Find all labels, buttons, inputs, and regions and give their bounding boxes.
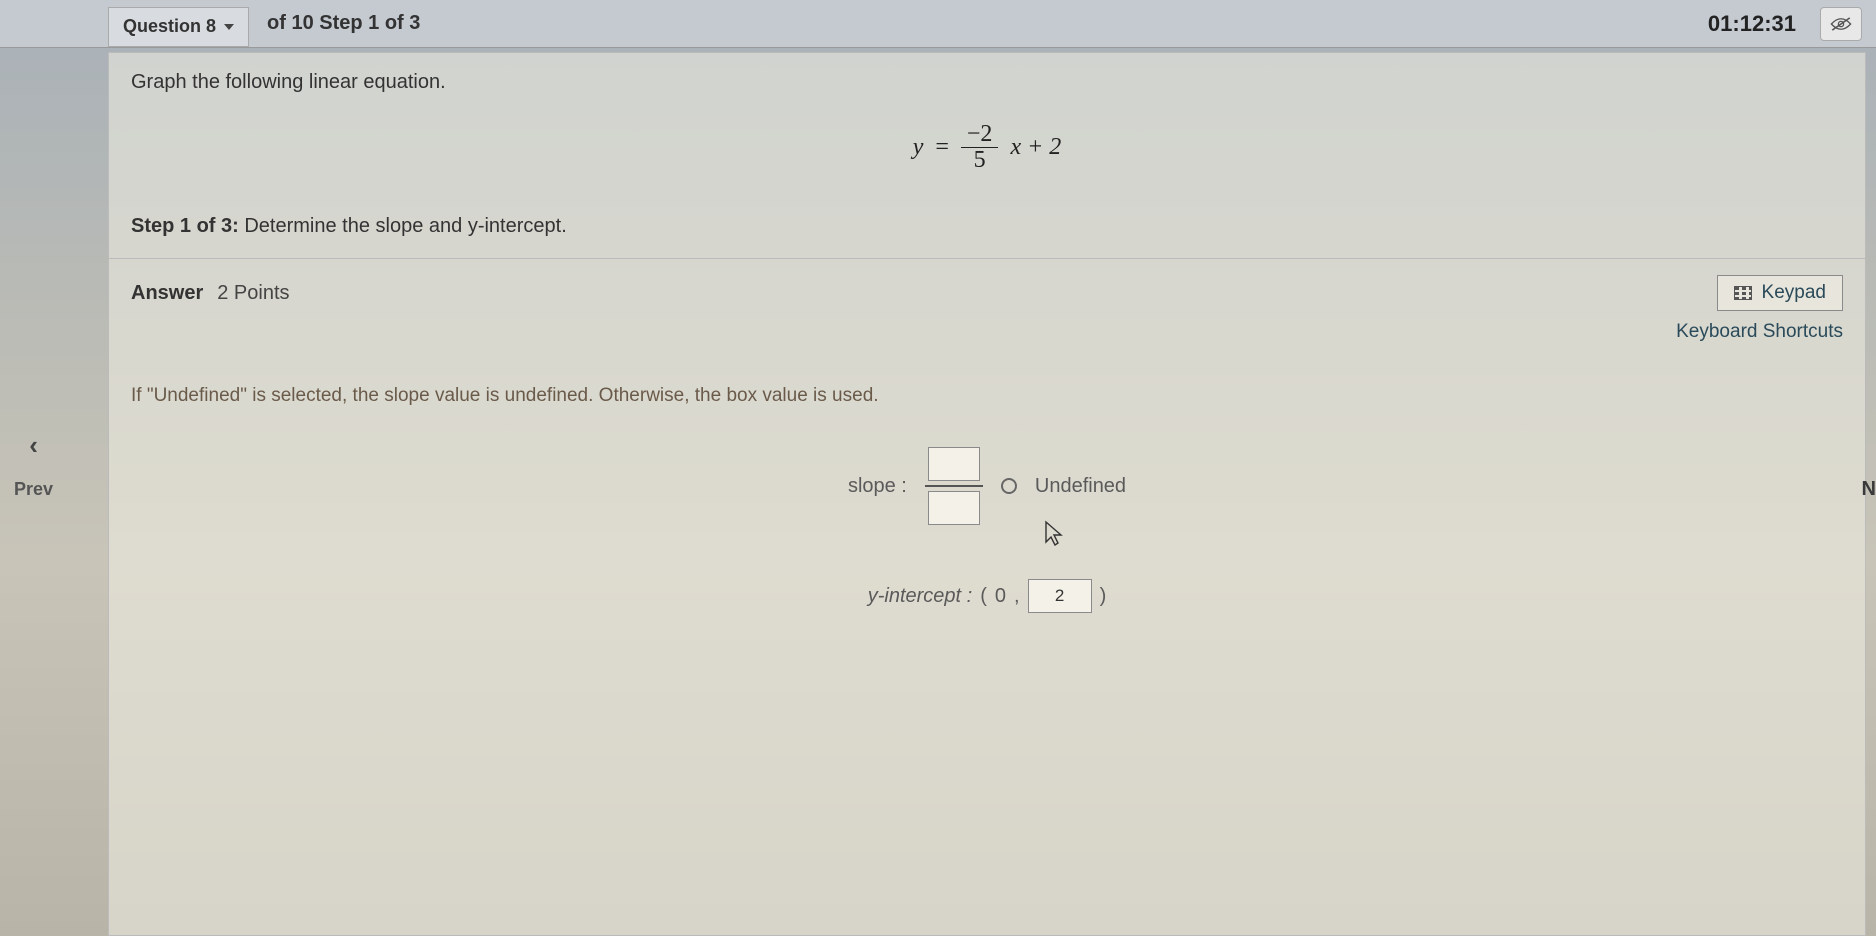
answer-header: Answer 2 Points Keypad — [109, 259, 1865, 317]
y-intercept-row: y-intercept : ( 0 , ) — [109, 535, 1865, 623]
slope-label: slope : — [848, 475, 907, 498]
prev-label: Prev — [14, 479, 53, 499]
undefined-label: Undefined — [1035, 475, 1126, 498]
equation-suffix: x + 2 — [1010, 134, 1061, 161]
paren-open: ( — [980, 585, 987, 608]
equation-numerator: −2 — [961, 122, 999, 148]
cursor-icon — [1044, 520, 1064, 546]
equation-lhs: y — [913, 134, 924, 161]
chevron-left-icon: ‹ — [14, 430, 53, 461]
paren-close: ) — [1100, 585, 1107, 608]
answer-label: Answer — [131, 282, 203, 305]
step-label: Step 1 of 3: — [131, 215, 239, 237]
slope-denominator-input[interactable] — [928, 491, 980, 525]
y-intercept-x: 0 — [995, 585, 1006, 608]
question-prompt: Graph the following linear equation. — [109, 53, 1865, 104]
equation-fraction: −2 5 — [961, 122, 999, 173]
timer: 01:12:31 — [1708, 11, 1796, 37]
keyboard-shortcuts-link[interactable]: Keyboard Shortcuts — [109, 317, 1865, 343]
equation-equals: = — [935, 134, 949, 161]
question-label: Question 8 — [123, 16, 216, 37]
comma: , — [1014, 585, 1020, 608]
header-bar: Question 8 of 10 Step 1 of 3 01:12:31 — [0, 0, 1876, 48]
y-intercept-label: y-intercept : — [868, 585, 972, 608]
equation-display: y = −2 5 x + 2 — [109, 104, 1865, 207]
step-instruction: Step 1 of 3: Determine the slope and y-i… — [109, 207, 1865, 259]
fraction-bar — [925, 485, 983, 487]
y-intercept-y-input[interactable] — [1028, 579, 1092, 613]
next-nav[interactable]: N — [1862, 478, 1876, 501]
chevron-down-icon — [224, 24, 234, 30]
prev-nav[interactable]: ‹ Prev — [14, 430, 53, 500]
equation-denominator: 5 — [968, 148, 992, 173]
slope-numerator-input[interactable] — [928, 447, 980, 481]
answer-points: 2 Points — [217, 282, 289, 305]
visibility-toggle[interactable] — [1820, 7, 1862, 41]
keypad-label: Keypad — [1762, 282, 1826, 304]
answer-hint: If "Undefined" is selected, the slope va… — [109, 343, 1865, 417]
step-text: Determine the slope and y-intercept. — [244, 215, 566, 237]
next-label: N — [1862, 478, 1876, 500]
keypad-icon — [1734, 286, 1752, 300]
slope-row: slope : Undefined — [109, 417, 1865, 535]
step-info: of 10 Step 1 of 3 — [267, 12, 420, 35]
question-panel: Graph the following linear equation. y =… — [108, 52, 1866, 936]
eye-slash-icon — [1830, 17, 1852, 31]
keypad-button[interactable]: Keypad — [1717, 275, 1843, 311]
question-selector[interactable]: Question 8 — [108, 7, 249, 47]
undefined-radio[interactable] — [1001, 478, 1017, 494]
slope-fraction — [925, 447, 983, 525]
